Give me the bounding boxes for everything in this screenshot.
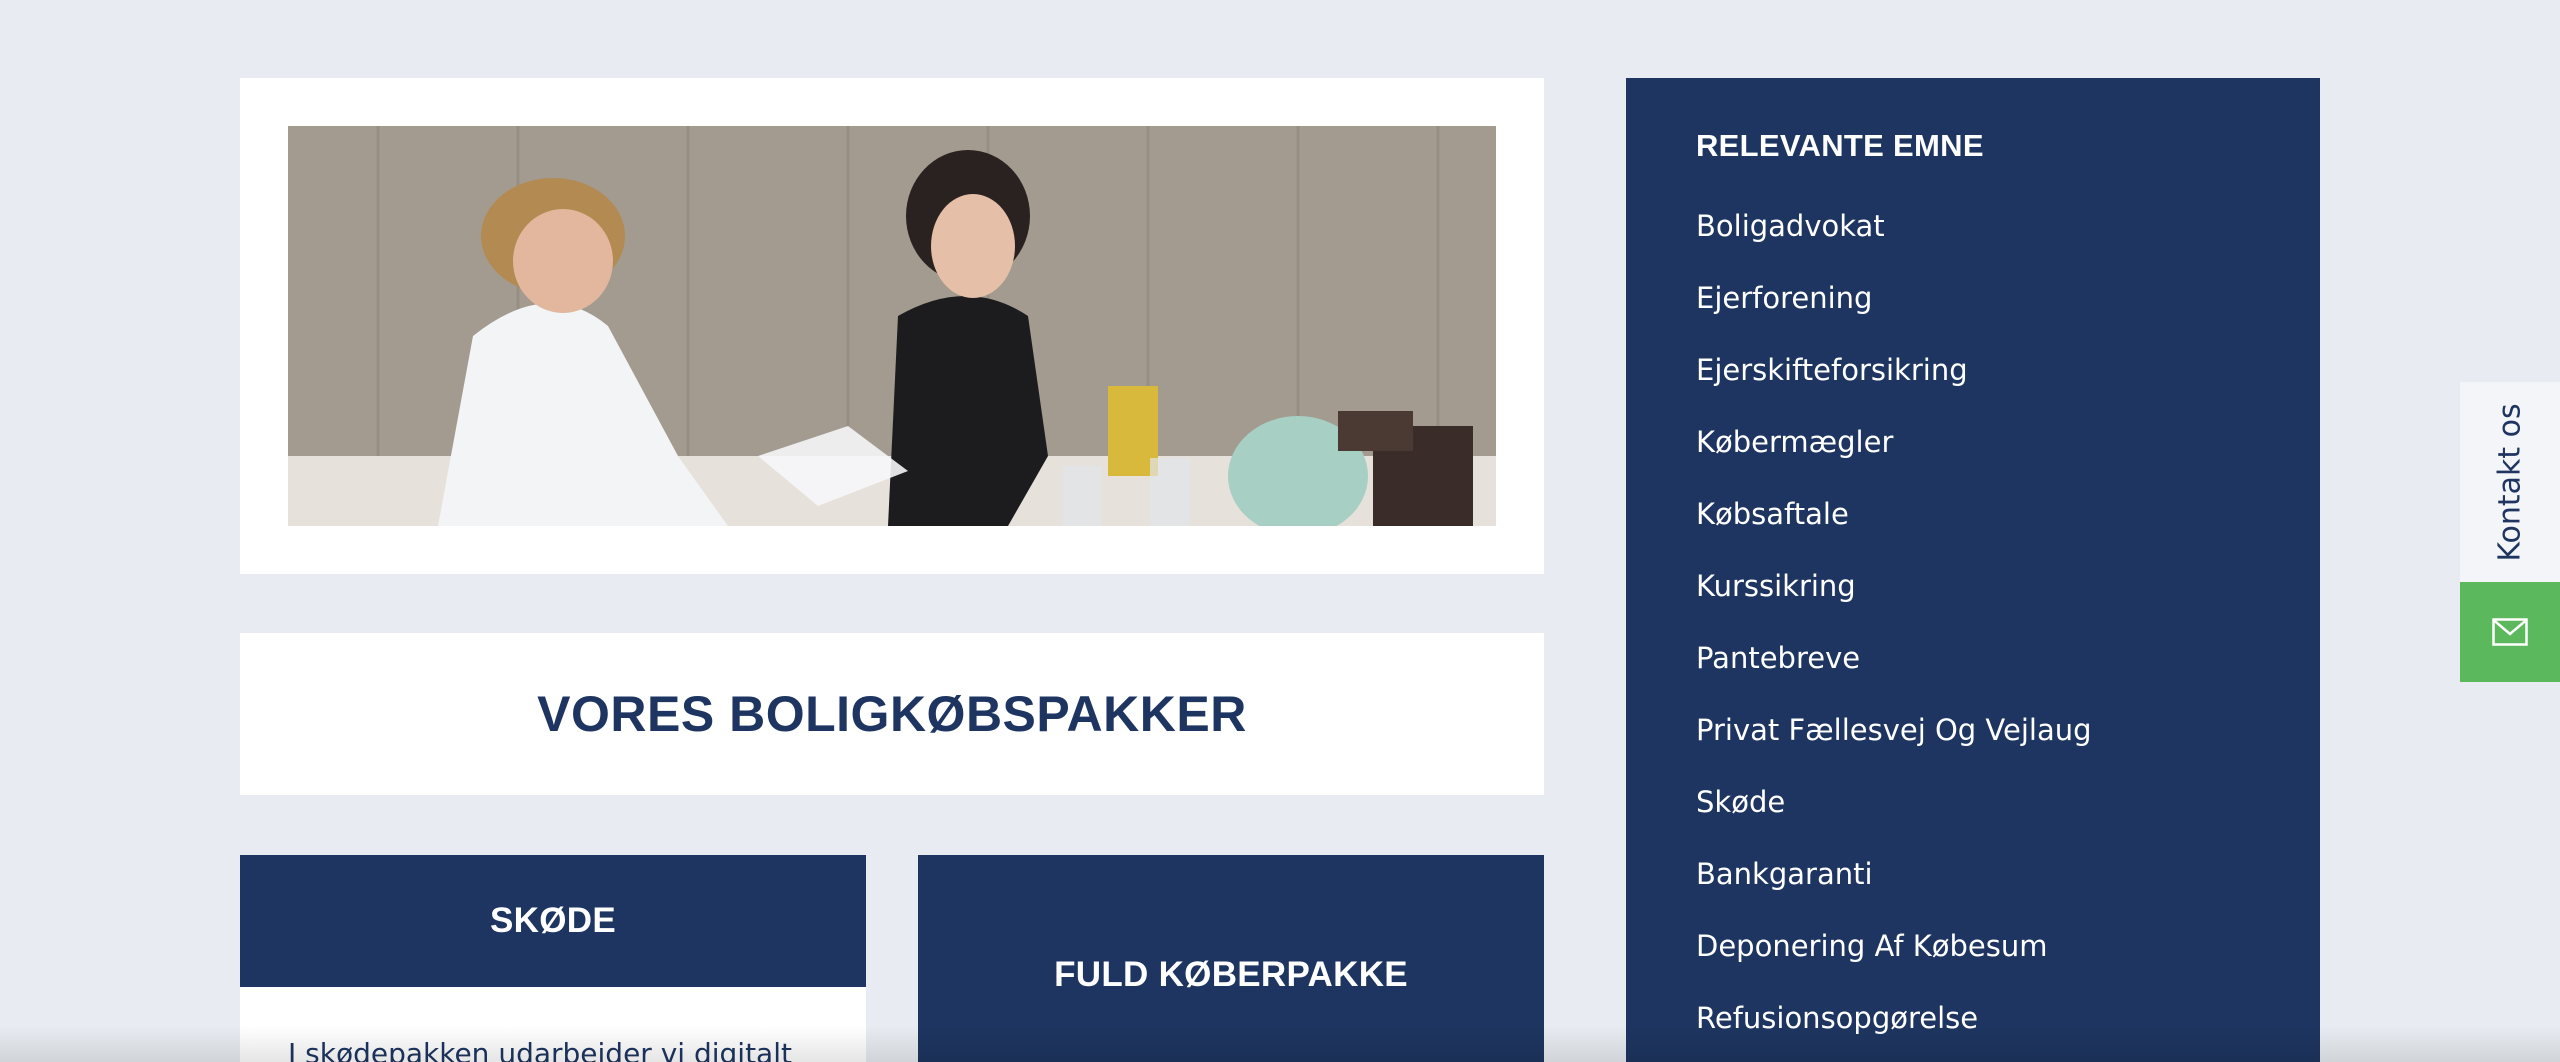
sidebar-link-kobermaegler[interactable]: Købermægler	[1696, 406, 2320, 478]
packages-heading: VORES BOLIGKØBSPAKKER	[537, 686, 1247, 742]
sidebar-link-boligadvokat[interactable]: Boligadvokat	[1696, 190, 2320, 262]
packages-heading-card: VORES BOLIGKØBSPAKKER	[240, 633, 1544, 795]
package-title: SKØDE	[240, 855, 866, 987]
contact-tab[interactable]: Kontakt os	[2460, 382, 2560, 582]
contact-tab-label: Kontakt os	[2492, 402, 2528, 562]
package-description: I skødepakken udarbejder vi digitalt	[240, 987, 866, 1062]
sidebar-link-pantebreve[interactable]: Pantebreve	[1696, 622, 2320, 694]
envelope-icon	[2492, 618, 2528, 646]
sidebar-link-ejerskifteforsikring[interactable]: Ejerskifteforsikring	[1696, 334, 2320, 406]
sidebar-link-privat-faellesvej[interactable]: Privat Fællesvej Og Vejlaug	[1696, 694, 2320, 766]
package-card-fuld-koeberpakke[interactable]: FULD KØBERPAKKE	[918, 855, 1544, 1062]
hero-card	[240, 78, 1544, 574]
sidebar-link-refusionsopgorelse[interactable]: Refusionsopgørelse	[1696, 982, 2320, 1054]
sidebar-link-skoede[interactable]: Skøde	[1696, 766, 2320, 838]
related-topics-sidebar: RELEVANTE EMNE Boligadvokat Ejerforening…	[1626, 78, 2320, 1062]
sidebar-link-ejerforening[interactable]: Ejerforening	[1696, 262, 2320, 334]
sidebar-link-bankgaranti[interactable]: Bankgaranti	[1696, 838, 2320, 910]
sidebar-link-kurssikring[interactable]: Kurssikring	[1696, 550, 2320, 622]
package-card-skoede[interactable]: SKØDE I skødepakken udarbejder vi digita…	[240, 855, 866, 1062]
sidebar-title: RELEVANTE EMNE	[1696, 128, 1984, 163]
sidebar-link-kobsaftale[interactable]: Købsaftale	[1696, 478, 2320, 550]
related-topics-list: Boligadvokat Ejerforening Ejerskiftefors…	[1696, 190, 2320, 1054]
sidebar-link-deponering[interactable]: Deponering Af Købesum	[1696, 910, 2320, 982]
hero-photo-illustration	[288, 126, 1496, 526]
package-title: FULD KØBERPAKKE	[918, 855, 1544, 1062]
mail-button[interactable]	[2460, 582, 2560, 682]
hero-photo	[288, 126, 1496, 526]
